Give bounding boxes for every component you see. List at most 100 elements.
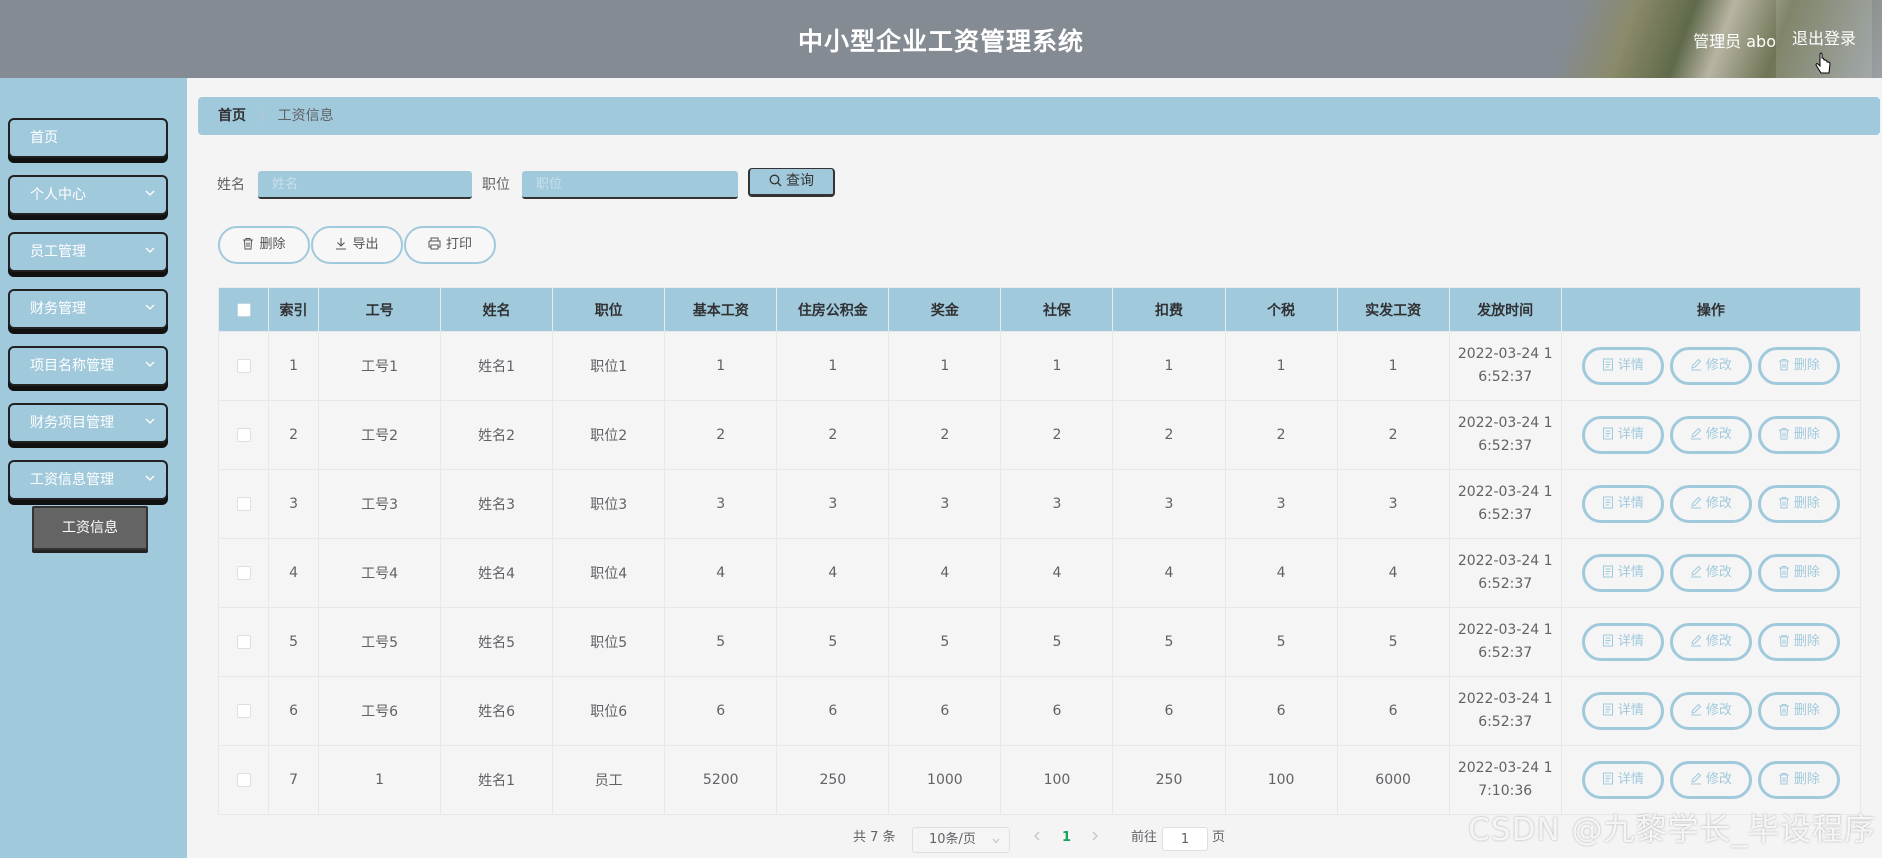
select-all-checkbox[interactable] xyxy=(236,302,251,317)
page-number-current[interactable]: 1 xyxy=(1062,830,1071,845)
download-icon xyxy=(336,238,347,250)
base-salary-cell: 2 xyxy=(664,400,778,470)
bonus-cell: 4 xyxy=(888,538,1002,608)
row-delete-label: 删除 xyxy=(1793,703,1820,718)
row-detail-button[interactable]: 详情 xyxy=(1581,347,1664,385)
row-checkbox[interactable] xyxy=(236,428,251,442)
social-security-cell: 6 xyxy=(1000,676,1114,746)
row-delete-button[interactable]: 删除 xyxy=(1757,347,1840,385)
search-button[interactable]: 查询 xyxy=(748,168,835,197)
row-detail-button[interactable]: 详情 xyxy=(1581,416,1664,454)
name-cell: 姓名6 xyxy=(440,676,554,746)
sidebar-item-employee-management[interactable]: 员工管理 xyxy=(8,232,168,272)
row-detail-button[interactable]: 详情 xyxy=(1581,623,1664,661)
sidebar-subitem-salary-info[interactable]: 工资信息 xyxy=(32,506,148,550)
row-checkbox[interactable] xyxy=(236,773,251,787)
row-delete-button[interactable]: 删除 xyxy=(1757,554,1840,592)
chevron-down-icon xyxy=(992,838,1000,844)
row-edit-label: 修改 xyxy=(1705,358,1732,373)
next-page-button[interactable] xyxy=(1090,830,1100,846)
position-cell: 员工 xyxy=(552,745,666,815)
batch-delete-button[interactable]: 删除 xyxy=(218,226,310,264)
row-select-cell xyxy=(217,331,270,401)
export-label: 导出 xyxy=(352,237,379,252)
issue-time-cell: 2022-03-24 1 6:52:37 xyxy=(1448,538,1562,608)
income-tax-cell: 5 xyxy=(1224,607,1338,677)
column-header: 操作 xyxy=(1560,287,1862,332)
issue-time-line1: 2022-03-24 1 xyxy=(1457,691,1553,707)
row-edit-button[interactable]: 修改 xyxy=(1669,623,1752,661)
chevron-down-icon xyxy=(145,361,155,367)
row-checkbox[interactable] xyxy=(236,704,251,718)
row-delete-label: 删除 xyxy=(1793,358,1820,373)
row-edit-button[interactable]: 修改 xyxy=(1669,761,1752,799)
row-edit-button[interactable]: 修改 xyxy=(1669,347,1752,385)
export-button[interactable]: 导出 xyxy=(311,226,403,264)
row-delete-button[interactable]: 删除 xyxy=(1757,623,1840,661)
table-row: 2 工号2 姓名2 职位2 2 2 2 2 2 2 2 2022-03-24 1 6:52:37 详情 修改… xyxy=(217,400,1862,470)
income-tax-cell: 3 xyxy=(1224,469,1338,539)
row-delete-button[interactable]: 删除 xyxy=(1757,692,1840,730)
row-select-cell xyxy=(217,745,270,815)
row-delete-button[interactable]: 删除 xyxy=(1757,485,1840,523)
index-cell: 1 xyxy=(268,331,320,401)
row-detail-button[interactable]: 详情 xyxy=(1581,554,1664,592)
base-salary-cell: 5200 xyxy=(664,745,778,815)
base-salary-cell: 6 xyxy=(664,676,778,746)
sidebar-item-finance-project-management[interactable]: 财务项目管理 xyxy=(8,403,168,443)
position-filter-input[interactable] xyxy=(522,171,738,199)
row-delete-button[interactable]: 删除 xyxy=(1757,761,1840,799)
edit-icon xyxy=(1690,496,1702,509)
row-checkbox[interactable] xyxy=(236,635,251,649)
row-detail-button[interactable]: 详情 xyxy=(1581,485,1664,523)
row-edit-label: 修改 xyxy=(1705,772,1732,787)
position-cell: 职位5 xyxy=(552,607,666,677)
index-cell: 6 xyxy=(268,676,320,746)
row-edit-button[interactable]: 修改 xyxy=(1669,692,1752,730)
sidebar-item-finance-management[interactable]: 财务管理 xyxy=(8,289,168,329)
sidebar-item-project-name-management[interactable]: 项目名称管理 xyxy=(8,346,168,386)
name-filter-input[interactable] xyxy=(258,171,472,199)
row-checkbox[interactable] xyxy=(236,566,251,580)
table-row: 4 工号4 姓名4 职位4 4 4 4 4 4 4 4 2022-03-24 1 6:52:37 详情 修改… xyxy=(217,538,1862,608)
row-detail-label: 详情 xyxy=(1617,634,1644,649)
job-number-cell: 1 xyxy=(318,745,442,815)
breadcrumb-home[interactable]: 首页 xyxy=(218,108,246,124)
row-delete-label: 删除 xyxy=(1793,772,1820,787)
row-select-cell xyxy=(217,607,270,677)
print-button[interactable]: 打印 xyxy=(404,226,496,264)
trash-icon xyxy=(1778,566,1789,578)
row-checkbox[interactable] xyxy=(236,497,251,511)
prev-page-button[interactable] xyxy=(1032,830,1042,846)
row-delete-button[interactable]: 删除 xyxy=(1757,416,1840,454)
bonus-cell: 3 xyxy=(888,469,1002,539)
page-size-select[interactable]: 10条/页 xyxy=(912,827,1010,853)
goto-page-input[interactable] xyxy=(1162,827,1208,851)
sidebar-item-home[interactable]: 首页 xyxy=(8,118,168,158)
table-row: 3 工号3 姓名3 职位3 3 3 3 3 3 3 3 2022-03-24 1 6:52:37 详情 修改… xyxy=(217,469,1862,539)
income-tax-cell: 4 xyxy=(1224,538,1338,608)
row-actions-cell: 详情 修改 删除 xyxy=(1560,538,1862,608)
sidebar-item-salary-info-management[interactable]: 工资信息管理 xyxy=(8,460,168,500)
bonus-cell: 1000 xyxy=(888,745,1002,815)
sidebar-item-label: 财务项目管理 xyxy=(30,415,114,431)
net-salary-cell: 3 xyxy=(1336,469,1450,539)
row-checkbox[interactable] xyxy=(236,359,251,373)
row-edit-label: 修改 xyxy=(1705,703,1732,718)
column-header: 工号 xyxy=(318,287,442,332)
deduction-cell: 5 xyxy=(1112,607,1226,677)
row-edit-button[interactable]: 修改 xyxy=(1669,554,1752,592)
row-detail-button[interactable]: 详情 xyxy=(1581,761,1664,799)
issue-time-line1: 2022-03-24 1 xyxy=(1457,415,1553,431)
sidebar-item-personal-center[interactable]: 个人中心 xyxy=(8,175,168,215)
edit-icon xyxy=(1690,703,1702,716)
housing-fund-cell: 250 xyxy=(776,745,890,815)
row-detail-label: 详情 xyxy=(1617,772,1644,787)
row-edit-button[interactable]: 修改 xyxy=(1669,416,1752,454)
row-edit-label: 修改 xyxy=(1705,565,1732,580)
row-edit-button[interactable]: 修改 xyxy=(1669,485,1752,523)
document-icon xyxy=(1602,427,1613,440)
row-detail-button[interactable]: 详情 xyxy=(1581,692,1664,730)
job-number-cell: 工号5 xyxy=(318,607,442,677)
sidebar-item-label: 项目名称管理 xyxy=(30,358,114,374)
